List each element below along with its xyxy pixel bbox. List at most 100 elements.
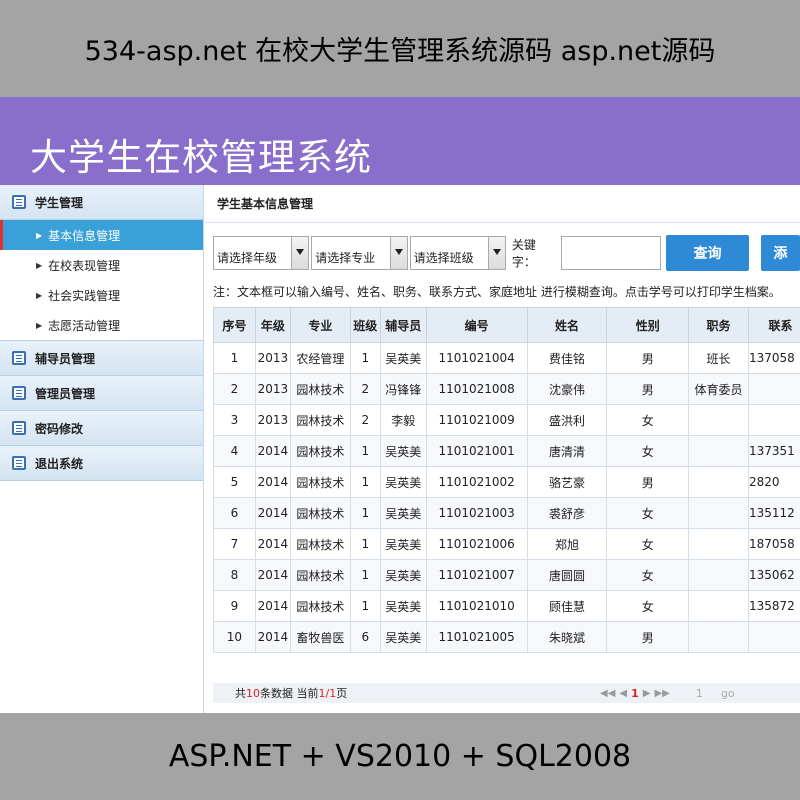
top-banner: 534-asp.net 在校大学生管理系统源码 asp.net源码 (0, 0, 800, 97)
table-cell: 2013 (254, 373, 291, 405)
table-cell: 男 (606, 342, 690, 374)
student-id-cell[interactable]: 1101021003 (425, 497, 528, 529)
sidebar-group-student[interactable]: 学生管理 (0, 185, 203, 220)
table-cell: 137058 (748, 342, 800, 374)
table-cell (688, 590, 749, 622)
student-id-cell[interactable]: 1101021010 (425, 590, 528, 622)
student-id-cell[interactable]: 1101021006 (425, 528, 528, 560)
table-cell: 吴英美 (379, 559, 427, 591)
student-id-cell[interactable]: 1101021008 (425, 373, 528, 405)
table-row: 5 2014 园林技术 1 吴英美 1101021002 骆艺豪男 2820 (213, 466, 800, 498)
table-row: 10 2014 畜牧兽医 6 吴英美 1101021005 朱晓斌男 (213, 621, 800, 653)
table-cell: 朱晓斌 (526, 621, 608, 653)
query-button[interactable]: 查询 (666, 235, 749, 271)
table-cell (688, 497, 749, 529)
table-cell: 6 (213, 497, 256, 529)
chevron-down-icon[interactable] (389, 237, 407, 269)
keyword-label: 关键字： (511, 238, 536, 269)
pager-nav: ◀◀ ◀ 1 ▶ ▶▶ 1 go (600, 687, 735, 700)
sidebar-group-logout[interactable]: 退出系统 (0, 446, 203, 481)
table-cell (748, 373, 800, 405)
table-cell: 男 (606, 621, 690, 653)
table-cell (688, 621, 749, 653)
table-cell: 1 (349, 342, 381, 374)
column-header: 班级 (349, 307, 381, 343)
student-id-cell[interactable]: 1101021002 (425, 466, 528, 498)
table-cell: 2 (349, 404, 381, 436)
grade-select-value: 请选择年级 (217, 251, 278, 265)
go-button[interactable]: go (721, 687, 735, 700)
sidebar-item-basic-info[interactable]: ▶ 基本信息管理 (0, 220, 203, 250)
table-cell (688, 404, 749, 436)
table-cell (748, 404, 800, 436)
table-row: 1 2013 农经管理 1 吴英美 1101021004 费佳铭男班长 137058 (213, 342, 800, 374)
column-header: 专业 (289, 307, 351, 343)
sidebar-group-admin[interactable]: 管理员管理 (0, 376, 203, 411)
table-cell: 吴英美 (379, 621, 427, 653)
student-id-cell[interactable]: 1101021007 (425, 559, 528, 591)
sidebar-group-counselor[interactable]: 辅导员管理 (0, 341, 203, 376)
column-header: 职务 (688, 307, 749, 343)
table-cell: 10 (213, 621, 256, 653)
table-header-row: 序号 年级 专业 班级 辅导员 编号 姓名 性别 职务 联系 (213, 307, 800, 343)
page-link[interactable]: 1 (631, 687, 639, 700)
student-table-wrapper: 序号 年级 专业 班级 辅导员 编号 姓名 性别 职务 联系 1 2013 农经管理… (213, 307, 800, 653)
table-cell: 2 (349, 373, 381, 405)
table-cell: 园林技术 (289, 404, 351, 436)
sidebar-item-volunteer[interactable]: ▶ 志愿活动管理 (0, 310, 203, 340)
grade-select[interactable]: 请选择年级 (213, 236, 310, 270)
column-header: 年级 (254, 307, 291, 343)
prev-page-icon[interactable]: ◀ (619, 688, 627, 699)
table-cell: 7 (213, 528, 256, 560)
column-header: 辅导员 (379, 307, 427, 343)
table-cell: 女 (606, 497, 690, 529)
next-page-icon[interactable]: ▶ (643, 688, 651, 699)
table-cell: 2014 (254, 435, 291, 467)
class-select[interactable]: 请选择班级 (409, 236, 506, 270)
table-cell: 女 (606, 404, 690, 436)
first-page-icon[interactable]: ◀◀ (600, 688, 615, 699)
table-cell: 2014 (254, 621, 291, 653)
student-id-cell[interactable]: 1101021004 (425, 342, 528, 374)
student-id-cell[interactable]: 1101021001 (425, 435, 528, 467)
table-cell: 盛洪利 (526, 404, 608, 436)
chevron-down-icon[interactable] (291, 237, 309, 269)
table-cell: 女 (606, 559, 690, 591)
table-cell: 园林技术 (289, 528, 351, 560)
table-row: 6 2014 园林技术 1 吴英美 1101021003 裘舒彦女 135112 (213, 497, 800, 529)
table-cell: 吴英美 (379, 435, 427, 467)
table-cell: 女 (606, 435, 690, 467)
last-page-icon[interactable]: ▶▶ (654, 688, 669, 699)
major-select[interactable]: 请选择专业 (311, 236, 408, 270)
column-header: 联系 (748, 307, 800, 343)
keyword-input[interactable] (561, 236, 662, 270)
table-cell: 1 (349, 590, 381, 622)
chevron-down-icon[interactable] (487, 237, 505, 269)
sidebar-group-password[interactable]: 密码修改 (0, 411, 203, 446)
table-cell: 1 (349, 466, 381, 498)
table-cell: 男 (606, 373, 690, 405)
table-cell: 137351 (748, 435, 800, 467)
sidebar-item-performance[interactable]: ▶ 在校表现管理 (0, 250, 203, 280)
sidebar-item-social-practice[interactable]: ▶ 社会实践管理 (0, 280, 203, 310)
table-row: 2 2013 园林技术 2 冯锋锋 1101021008 沈豪伟男体育委员 (213, 373, 800, 405)
list-icon (12, 351, 26, 365)
column-header: 序号 (213, 307, 256, 343)
sidebar-item-label: 社会实践管理 (48, 288, 121, 303)
add-button[interactable]: 添 (760, 235, 800, 271)
table-cell (688, 435, 749, 467)
major-select-value: 请选择专业 (315, 251, 376, 265)
table-cell: 吴英美 (379, 590, 427, 622)
class-select-value: 请选择班级 (413, 251, 474, 265)
column-header: 编号 (425, 307, 528, 343)
student-id-cell[interactable]: 1101021005 (425, 621, 528, 653)
sidebar-group-label: 退出系统 (35, 456, 84, 471)
table-cell: 李毅 (379, 404, 427, 436)
table-cell: 8 (213, 559, 256, 591)
page-input[interactable]: 1 (696, 687, 703, 700)
table-cell: 2014 (254, 559, 291, 591)
table-cell (688, 559, 749, 591)
student-id-cell[interactable]: 1101021009 (425, 404, 528, 436)
pager: 共10条数据 当前1/1页 ◀◀ ◀ 1 ▶ ▶▶ 1 go (213, 683, 800, 703)
column-header: 姓名 (526, 307, 608, 343)
